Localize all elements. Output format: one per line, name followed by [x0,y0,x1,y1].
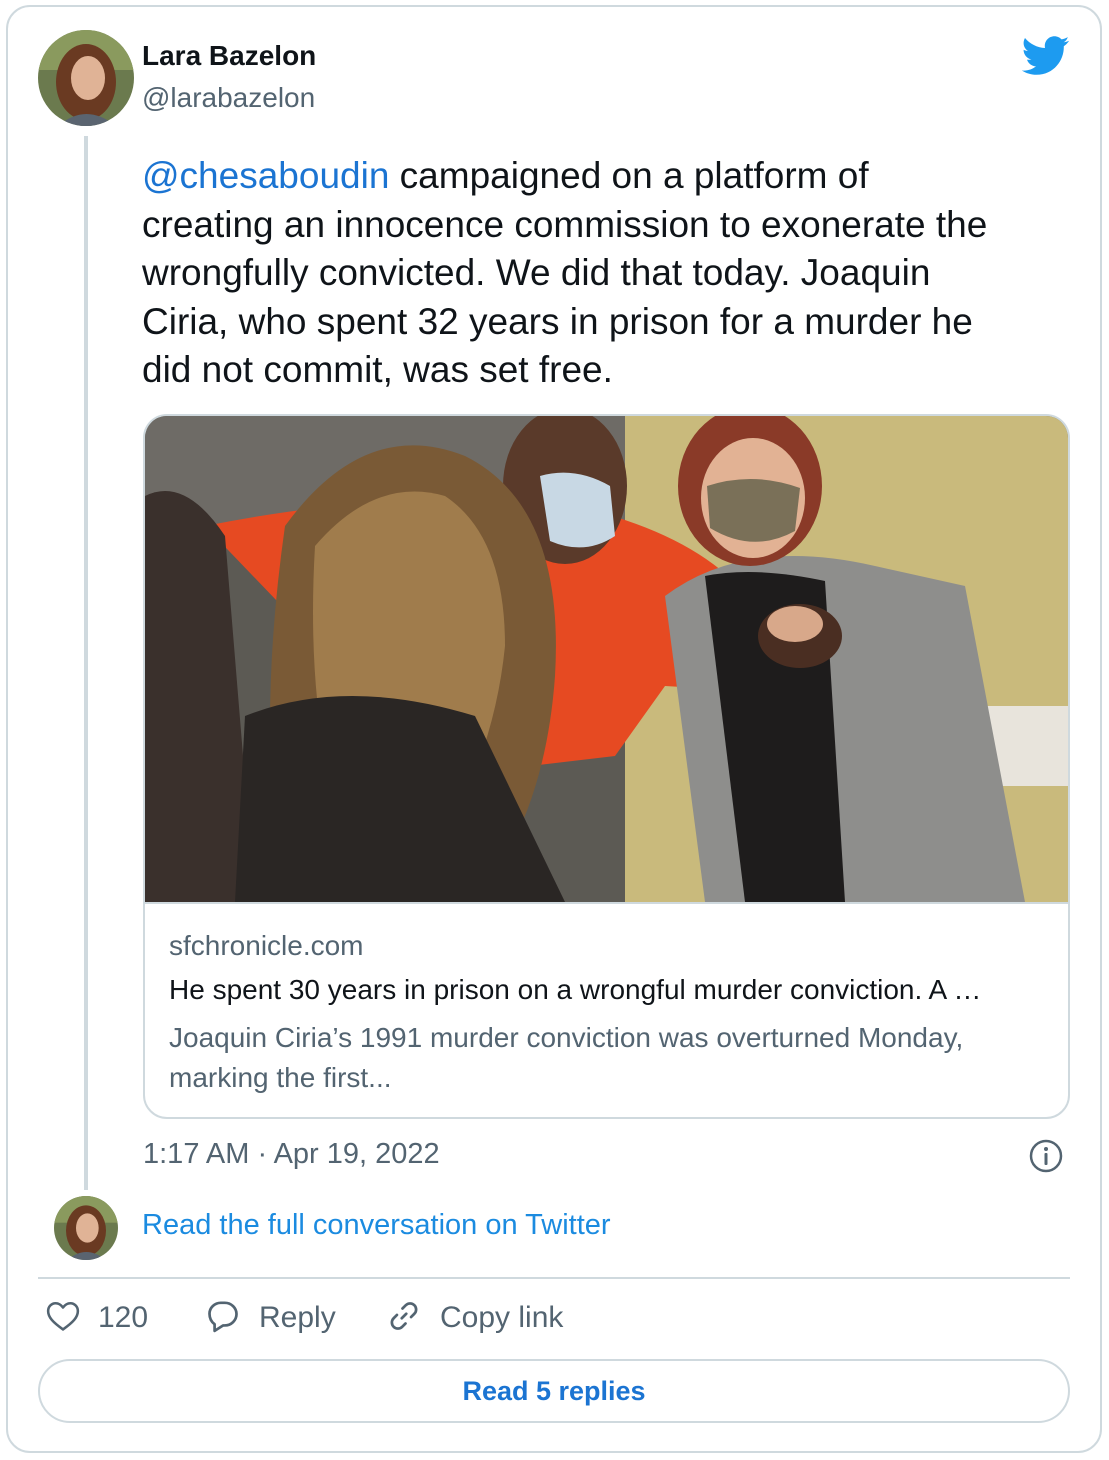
author-handle[interactable]: @larabazelon [142,82,315,114]
mention-link[interactable]: @chesaboudin [142,155,389,196]
author-avatar-small[interactable] [54,1196,118,1260]
thread-line [84,136,88,1190]
link-preview-image[interactable] [145,416,1068,904]
link-title: He spent 30 years in prison on a wrongfu… [169,974,982,1005]
divider [38,1277,1070,1279]
tweet-timestamp[interactable]: 1:17 AM · Apr 19, 2022 [143,1138,440,1171]
link-domain: sfchronicle.com [169,930,364,961]
read-conversation-link[interactable]: Read the full conversation on Twitter [142,1209,611,1242]
read-replies-button[interactable]: Read 5 replies [38,1359,1070,1423]
info-icon[interactable] [1028,1138,1064,1174]
link-preview-card[interactable]: sfchronicle.com He spent 30 years in pri… [143,414,1070,1119]
like-button[interactable]: 120 [46,1296,148,1340]
reply-button[interactable]: Reply [205,1296,336,1340]
reply-icon [205,1299,241,1338]
reply-label: Reply [259,1301,336,1334]
tweet-text: @chesaboudin campaigned on a platform of… [142,152,1072,395]
link-icon [386,1298,422,1339]
author-avatar[interactable] [38,30,134,126]
author-name[interactable]: Lara Bazelon [142,40,316,72]
twitter-bird-icon[interactable] [1021,36,1070,76]
link-description: Joaquin Ciria’s 1991 murder conviction w… [169,1022,964,1093]
copy-link-label: Copy link [440,1301,564,1334]
heart-icon [46,1300,80,1337]
like-count: 120 [98,1301,149,1334]
copy-link-button[interactable]: Copy link [386,1296,563,1340]
